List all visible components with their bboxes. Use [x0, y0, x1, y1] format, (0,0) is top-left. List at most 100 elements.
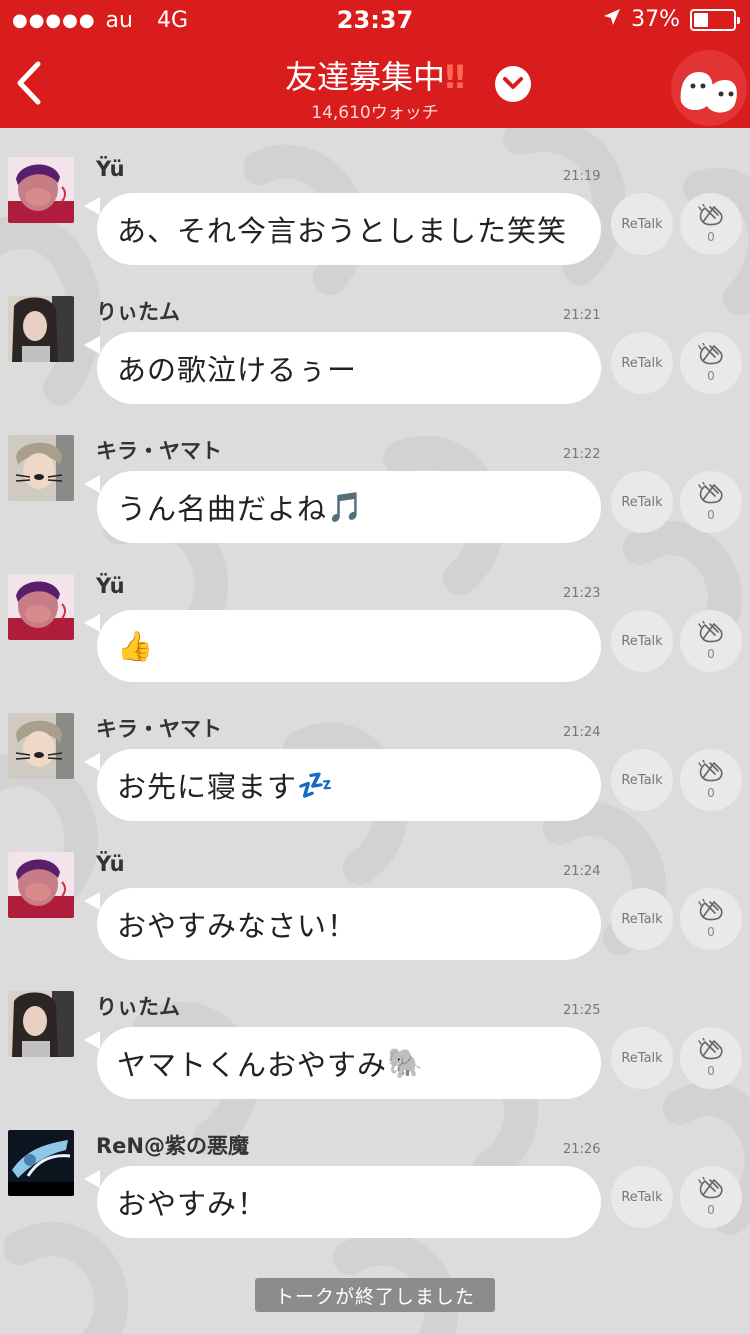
message-bubble[interactable]: おやすみなさい！ [97, 888, 601, 960]
clap-icon [697, 759, 725, 786]
message-item: Ÿü 21:24 おやすみなさい！ ReTalk 0 [0, 852, 750, 991]
message-time: 21:26 [563, 1142, 601, 1157]
room-title: 友達募集中‼ [0, 52, 750, 98]
message-item: ReN@紫の悪魔 21:26 おやすみ！ ReTalk 0 [0, 1130, 750, 1269]
retalk-button[interactable]: ReTalk [611, 610, 673, 672]
retalk-button[interactable]: ReTalk [611, 888, 673, 950]
message-text: おやすみ！ [117, 1187, 268, 1221]
message-time: 21:23 [563, 586, 601, 601]
message-time: 21:24 [563, 864, 601, 879]
retalk-button[interactable]: ReTalk [611, 1166, 673, 1228]
message-item: キラ・ヤマト 21:22 うん名曲だよね 🎵 ReTalk 0 [0, 435, 750, 574]
avatar[interactable] [8, 296, 74, 362]
message-item: Ÿü 21:19 あ、それ今言おうとしました笑笑 ReTalk 0 [0, 157, 750, 296]
message-bubble[interactable]: あの歌泣けるぅー [97, 332, 601, 404]
clap-icon [697, 898, 725, 925]
message-time: 21:24 [563, 725, 601, 740]
battery-percent: 37% [631, 7, 680, 32]
avatar[interactable] [8, 713, 74, 779]
message-username: キラ・ヤマト [96, 717, 222, 741]
clap-button[interactable]: 0 [680, 888, 742, 950]
clap-count: 0 [707, 786, 715, 800]
clap-button[interactable]: 0 [680, 749, 742, 811]
message-username: Ÿü [96, 157, 125, 181]
avatar[interactable] [8, 435, 74, 501]
clap-icon [697, 1176, 725, 1203]
room-menu-toggle[interactable] [495, 66, 531, 102]
bubble-tail [84, 1170, 100, 1188]
bubble-tail [84, 614, 100, 632]
message-item: キラ・ヤマト 21:24 お先に寝ます 💤 ReTalk 0 [0, 713, 750, 852]
message-text: おやすみなさい！ [117, 909, 358, 943]
clap-button[interactable]: 0 [680, 610, 742, 672]
location-arrow-icon [603, 7, 621, 32]
retalk-button[interactable]: ReTalk [611, 193, 673, 255]
message-bubble[interactable]: うん名曲だよね 🎵 [97, 471, 601, 543]
clap-count: 0 [707, 508, 715, 522]
ghost-characters-icon [677, 56, 741, 120]
message-username: Ÿü [96, 852, 125, 876]
bubble-tail [84, 1031, 100, 1049]
message-time: 21:25 [563, 1003, 601, 1018]
bubble-tail [84, 336, 100, 354]
retalk-button[interactable]: ReTalk [611, 749, 673, 811]
bubble-tail [84, 753, 100, 771]
message-bubble[interactable]: おやすみ！ [97, 1166, 601, 1238]
clap-button[interactable]: 0 [680, 332, 742, 394]
clap-count: 0 [707, 647, 715, 661]
message-username: Ÿü [96, 574, 125, 598]
clap-count: 0 [707, 230, 715, 244]
message-username: ReN@紫の悪魔 [96, 1134, 249, 1158]
message-text: ヤマトくんおやすみ [117, 1048, 388, 1082]
avatar[interactable] [8, 157, 74, 223]
clap-icon [697, 342, 725, 369]
message-time: 21:19 [563, 169, 601, 184]
chevron-down-icon [502, 75, 524, 94]
room-title-text: 友達募集中 [284, 58, 445, 96]
clap-button[interactable]: 0 [680, 471, 742, 533]
clap-count: 0 [707, 925, 715, 939]
members-button[interactable] [671, 50, 747, 126]
watch-count: 14,610ウォッチ [311, 103, 439, 123]
avatar[interactable] [8, 991, 74, 1057]
bubble-tail [84, 197, 100, 215]
message-text: お先に寝ます [117, 770, 298, 804]
clap-button[interactable]: 0 [680, 1027, 742, 1089]
message-username: りぃたム [96, 300, 180, 324]
bubble-tail [84, 475, 100, 493]
clap-icon [697, 203, 725, 230]
avatar[interactable] [8, 852, 74, 918]
clap-icon [697, 481, 725, 508]
message-emoji: 👍 [117, 628, 155, 663]
clap-count: 0 [707, 1064, 715, 1078]
retalk-button[interactable]: ReTalk [611, 1027, 673, 1089]
double-exclamation-emoji: ‼ [444, 58, 466, 96]
retalk-button[interactable]: ReTalk [611, 332, 673, 394]
message-text: あ、それ今言おうとしました笑笑 [117, 214, 568, 248]
avatar[interactable] [8, 1130, 74, 1196]
bubble-tail [84, 892, 100, 910]
top-bar: ●●●●● au 4G 23:37 37% 友達募集中‼ 14,610ウォッチ [0, 0, 750, 128]
clap-button[interactable]: 0 [680, 1166, 742, 1228]
clap-count: 0 [707, 369, 715, 383]
clap-button[interactable]: 0 [680, 193, 742, 255]
clap-count: 0 [707, 1203, 715, 1217]
message-time: 21:22 [563, 447, 601, 462]
message-bubble[interactable]: 👍 [97, 610, 601, 682]
message-item: りぃたム 21:21 あの歌泣けるぅー ReTalk 0 [0, 296, 750, 435]
message-text: あの歌泣けるぅー [117, 353, 358, 387]
clap-icon [697, 1037, 725, 1064]
talk-ended-label: トークが終了しました [255, 1278, 495, 1312]
avatar[interactable] [8, 574, 74, 640]
message-item: りぃたム 21:25 ヤマトくんおやすみ 🐘 ReTalk 0 [0, 991, 750, 1130]
message-username: りぃたム [96, 995, 180, 1019]
message-bubble[interactable]: あ、それ今言おうとしました笑笑 [97, 193, 601, 265]
message-item: Ÿü 21:23 👍 ReTalk 0 [0, 574, 750, 713]
battery-icon [690, 8, 740, 31]
message-time: 21:21 [563, 308, 601, 323]
message-bubble[interactable]: お先に寝ます 💤 [97, 749, 601, 821]
message-emoji: 🐘 [387, 1045, 425, 1080]
message-bubble[interactable]: ヤマトくんおやすみ 🐘 [97, 1027, 601, 1099]
message-emoji: 💤 [297, 767, 335, 802]
retalk-button[interactable]: ReTalk [611, 471, 673, 533]
